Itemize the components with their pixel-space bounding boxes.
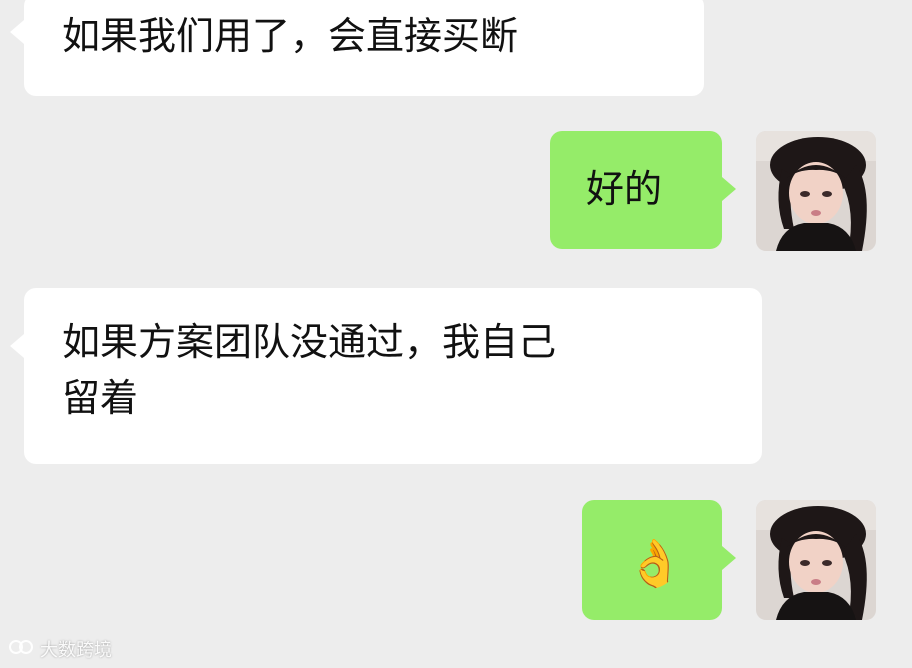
- outgoing-message-tail: [722, 546, 736, 570]
- watermark: 大数跨境: [8, 636, 112, 662]
- outgoing-message-text: 好的: [586, 167, 663, 211]
- watermark-text: 大数跨境: [40, 640, 112, 661]
- avatar-image: [756, 500, 876, 620]
- incoming-message-tail: [10, 20, 24, 44]
- incoming-message-line: 如果方案团队没通过，我自己: [62, 320, 557, 364]
- incoming-message-bubble[interactable]: 如果方案团队没通过，我自己 留着: [24, 288, 762, 464]
- incoming-message-line: 留着: [62, 376, 139, 420]
- avatar[interactable]: [756, 500, 876, 620]
- incoming-message-text: 如果我们用了，会直接买断: [62, 14, 519, 58]
- outgoing-message-tail: [722, 177, 736, 201]
- brand-logo-icon: [8, 637, 34, 662]
- avatar-image: [756, 131, 876, 251]
- avatar[interactable]: [756, 131, 876, 251]
- outgoing-message-bubble[interactable]: 好的: [550, 131, 722, 249]
- outgoing-message-bubble[interactable]: 👌: [582, 500, 722, 620]
- ok-hand-icon: 👌: [626, 536, 684, 590]
- incoming-message-bubble[interactable]: 如果我们用了，会直接买断: [24, 0, 704, 96]
- incoming-message-tail: [10, 334, 24, 358]
